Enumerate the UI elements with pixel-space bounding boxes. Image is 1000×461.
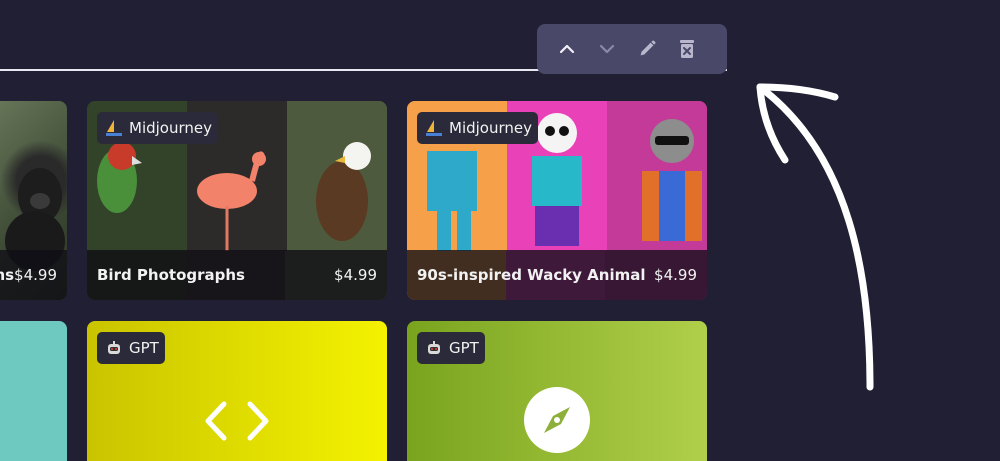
compass-icon [524,387,590,453]
card-footer: Bird Photographs $4.99 [87,250,387,300]
model-badge: GPT [97,332,165,364]
curved-arrow-annotation [756,83,874,391]
card-price: $4.99 [654,266,697,284]
card-footer: 90s-inspired Wacky Animal O... $4.99 [407,250,707,300]
card-price: $4.99 [14,266,57,284]
edit-button[interactable] [637,39,657,59]
card-title: 90s-inspired Wacky Animal O... [417,266,648,284]
robot-icon [428,341,440,354]
prompt-card[interactable]: GPT [87,321,387,461]
badge-label: Midjourney [449,119,532,137]
prompt-card[interactable]: ns $4.99 [0,101,67,300]
delete-button[interactable] [677,39,697,59]
model-badge: Midjourney [97,112,218,144]
move-down-button[interactable] [597,39,617,59]
prompt-card[interactable]: GPT [407,321,707,461]
card-price: $4.99 [334,266,377,284]
sailboat-icon [106,120,122,136]
code-icon [205,401,269,441]
card-footer: ns $4.99 [0,250,67,300]
robot-icon [108,341,120,354]
badge-label: Midjourney [129,119,212,137]
card-title: ns [0,266,15,284]
card-toolbar [537,24,727,74]
badge-label: GPT [449,339,479,357]
trash-icon [680,40,694,58]
prompt-card[interactable]: Midjourney 90s-inspired Wacky Animal O..… [407,101,707,300]
model-badge: GPT [417,332,485,364]
model-badge: Midjourney [417,112,538,144]
prompt-card[interactable] [0,321,67,461]
card-title: Bird Photographs [97,266,245,284]
badge-label: GPT [129,339,159,357]
move-up-button[interactable] [557,39,577,59]
pencil-icon [640,40,656,56]
chevron-down-icon [599,44,615,54]
prompt-card[interactable]: Midjourney Bird Photographs $4.99 [87,101,387,300]
chevron-up-icon [559,44,575,54]
sailboat-icon [426,120,442,136]
